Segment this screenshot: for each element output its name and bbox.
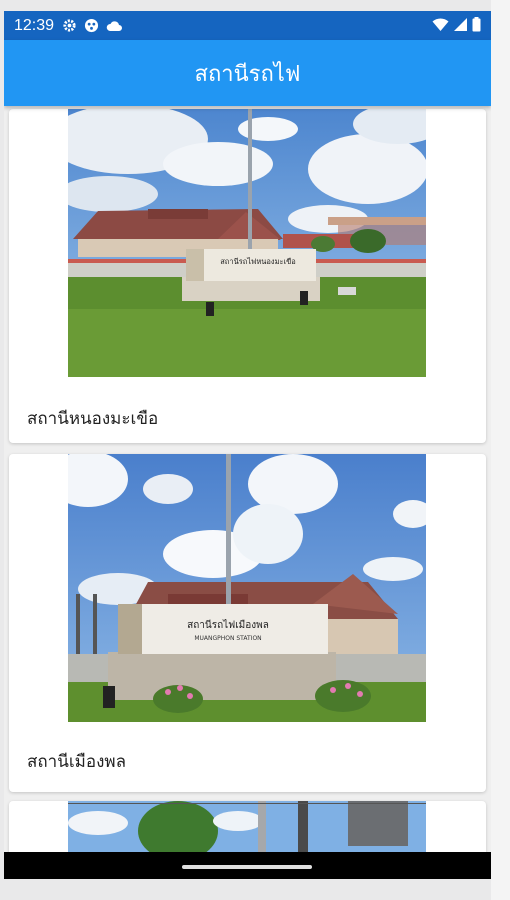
station-photo: [68, 801, 426, 853]
station-card-partial[interactable]: [9, 801, 486, 853]
app-bar: สถานีรถไฟ: [4, 40, 491, 106]
home-gesture-handle[interactable]: [182, 865, 312, 869]
station-card-muangphon[interactable]: สถานีรถไฟเมืองพล MUANGPHON STATION สถานี…: [9, 454, 486, 792]
sign-text: สถานีรถไฟเมืองพล: [187, 619, 269, 631]
station-name: สถานีเมืองพล: [27, 752, 126, 772]
wifi-icon: [432, 17, 449, 36]
page-title: สถานีรถไฟ: [194, 61, 301, 87]
app-icon: [84, 18, 99, 33]
station-photo: สถานีรถไฟเมืองพล MUANGPHON STATION: [68, 454, 426, 722]
station-photo: สถานีรถไฟหนองมะเขือ: [68, 109, 426, 377]
station-list[interactable]: สถานีรถไฟหนองมะเขือ สถานีหนองมะเขือ สถาน…: [4, 106, 491, 853]
status-right: [432, 17, 481, 36]
station-name: สถานีหนองมะเขือ: [27, 409, 159, 429]
status-time: 12:39: [14, 16, 55, 34]
cloud-icon: [106, 20, 123, 32]
screen-edge: [491, 0, 510, 900]
sign-text: สถานีรถไฟหนองมะเขือ: [220, 257, 296, 266]
phone-screen: 12:39 สถานีรถไฟ สถานีรถไฟหนองมะเขือ สถาน…: [4, 11, 491, 879]
navigation-bar: [4, 852, 491, 879]
settings-icon: [62, 18, 77, 33]
status-bar: 12:39: [4, 11, 491, 40]
sign-subtext: MUANGPHON STATION: [194, 635, 261, 642]
battery-icon: [472, 17, 481, 36]
station-card-nongmakhuea[interactable]: สถานีรถไฟหนองมะเขือ สถานีหนองมะเขือ: [9, 109, 486, 443]
signal-icon: [453, 17, 468, 36]
